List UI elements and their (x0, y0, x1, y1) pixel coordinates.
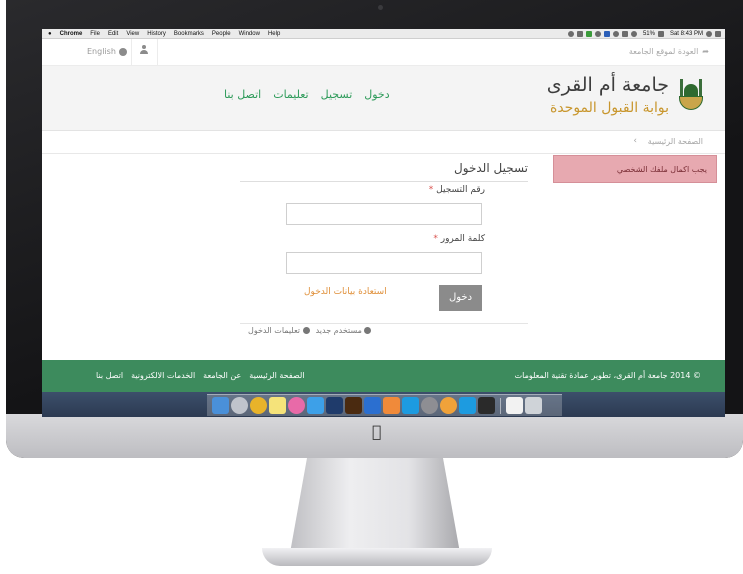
required-marker: * (433, 234, 438, 244)
university-name: جامعة أم القرى (546, 74, 669, 96)
menu-window[interactable]: Window (239, 31, 260, 37)
tray-sync-icon[interactable] (585, 30, 592, 37)
itunes-icon[interactable] (288, 397, 305, 414)
profile-alert: يجب اكمال ملفك الشخصي (553, 155, 717, 183)
skype-alt-icon[interactable] (459, 397, 476, 414)
finder-icon[interactable] (212, 397, 229, 414)
title-divider (240, 181, 528, 182)
wifi-icon[interactable] (630, 30, 637, 37)
user-icon[interactable] (140, 45, 148, 56)
trash-icon[interactable] (525, 397, 542, 414)
username-input[interactable] (286, 203, 482, 225)
login-title: تسجيل الدخول (454, 161, 528, 175)
site-footer: © 2014 جامعة أم القرى، تطوير عمادة تقنية… (42, 360, 725, 392)
teamviewer-icon[interactable] (364, 397, 381, 414)
monitor-frame:  ● Chrome File Edit View History Bookma… (6, 0, 743, 458)
share-arrow-icon: ➦ (702, 47, 709, 56)
tray-bell-icon[interactable] (612, 30, 619, 37)
mac-menu-bar: ● Chrome File Edit View History Bookmark… (42, 29, 725, 39)
activity-icon[interactable] (478, 397, 495, 414)
language-label: English (87, 47, 116, 56)
battery-icon[interactable] (657, 30, 664, 37)
desktop-strip (42, 392, 725, 417)
chrome-icon[interactable] (250, 397, 267, 414)
menu-view[interactable]: View (126, 31, 139, 37)
copyright-text: © 2014 جامعة أم القرى، تطوير عمادة تقنية… (514, 371, 701, 380)
username-label: رقم التسجيل * (428, 185, 485, 195)
password-label: كلمة المرور * (433, 234, 485, 244)
menu-help[interactable]: Help (268, 31, 280, 37)
breadcrumb: الصفحة الرئيسية ‹ (42, 131, 725, 154)
login-help-link[interactable]: تعليمات الدخول (248, 326, 310, 335)
login-help-links: مستخدم جديد تعليمات الدخول (248, 326, 372, 335)
screen: ● Chrome File Edit View History Bookmark… (42, 29, 725, 417)
bottom-divider (240, 323, 528, 324)
footer-link-home[interactable]: الصفحة الرئيسية (249, 371, 304, 380)
tray-dropbox-icon[interactable] (603, 30, 610, 37)
language-switcher[interactable]: English (87, 47, 127, 56)
apple-logo-icon:  (372, 422, 382, 442)
tray-display-icon[interactable] (621, 30, 628, 37)
globe-icon (118, 47, 127, 56)
main-nav: دخول تسجيل تعليمات اتصل بنا (224, 88, 390, 101)
battery-percent[interactable]: 51% (643, 31, 655, 37)
illustrator-icon[interactable] (345, 397, 362, 414)
chevron-left-icon: ‹ (633, 136, 637, 146)
site-header: جامعة أم القرى بوابة القبول الموحدة دخول… (42, 66, 725, 131)
login-button[interactable]: دخول (439, 285, 482, 311)
menu-edit[interactable]: Edit (108, 31, 118, 37)
new-user-link[interactable]: مستخدم جديد (316, 326, 372, 335)
password-input[interactable] (286, 252, 482, 274)
breadcrumb-home[interactable]: الصفحة الرئيسية (648, 137, 703, 146)
menu-clock[interactable]: Sat 8:43 PM (670, 31, 703, 37)
menu-history[interactable]: History (147, 31, 166, 37)
nav-instructions[interactable]: تعليمات (273, 88, 308, 101)
apple-menu-icon[interactable]: ● (48, 31, 52, 37)
tray-status-icon[interactable] (567, 30, 574, 37)
mac-dock (207, 394, 562, 416)
nav-contact[interactable]: اتصل بنا (224, 88, 261, 101)
menu-tray: 51% Sat 8:43 PM (567, 29, 721, 38)
twitter-icon[interactable] (307, 397, 324, 414)
required-marker: * (428, 185, 434, 195)
top-utility-bar: English ➦ العودة لموقع الجامعة (42, 39, 725, 66)
nav-login[interactable]: دخول (364, 88, 389, 101)
footer-link-about[interactable]: عن الجامعة (203, 371, 241, 380)
monitor-stand-base (262, 548, 492, 566)
university-logo-icon[interactable] (679, 76, 703, 112)
menu-people[interactable]: People (212, 31, 231, 37)
notes-icon[interactable] (269, 397, 286, 414)
spotlight-icon[interactable] (706, 30, 712, 37)
divider (157, 39, 158, 65)
sublime-icon[interactable] (383, 397, 400, 414)
skype-icon[interactable] (402, 397, 419, 414)
footer-links: الصفحة الرئيسية عن الجامعة الخدمات الالك… (96, 371, 304, 380)
photos-icon[interactable] (440, 397, 457, 414)
tray-app-icon[interactable] (576, 30, 583, 37)
dock-separator (500, 397, 501, 414)
menu-file[interactable]: File (90, 31, 100, 37)
settings-icon[interactable] (421, 397, 438, 414)
footer-link-contact[interactable]: اتصل بنا (96, 371, 123, 380)
forgot-credentials-link[interactable]: استعادة بيانات الدخول (304, 287, 387, 297)
nav-register[interactable]: تسجيل (321, 88, 353, 101)
back-to-university-link[interactable]: ➦ العودة لموقع الجامعة (629, 47, 709, 56)
notification-center-icon[interactable] (715, 30, 721, 37)
portal-name: بوابة القبول الموحدة (549, 100, 669, 116)
footer-link-eservices[interactable]: الخدمات الالكترونية (131, 371, 195, 380)
camera-icon (378, 5, 383, 10)
back-link-label: العودة لموقع الجامعة (628, 47, 699, 56)
menu-app-name[interactable]: Chrome (60, 31, 83, 37)
tray-clock-icon[interactable] (594, 30, 601, 37)
divider (131, 39, 132, 65)
info-icon (302, 327, 310, 334)
launchpad-icon[interactable] (231, 397, 248, 414)
menu-bookmarks[interactable]: Bookmarks (174, 31, 204, 37)
add-user-icon (364, 327, 372, 334)
photoshop-icon[interactable] (326, 397, 343, 414)
monitor-stand (290, 458, 460, 553)
document-icon[interactable] (506, 397, 523, 414)
